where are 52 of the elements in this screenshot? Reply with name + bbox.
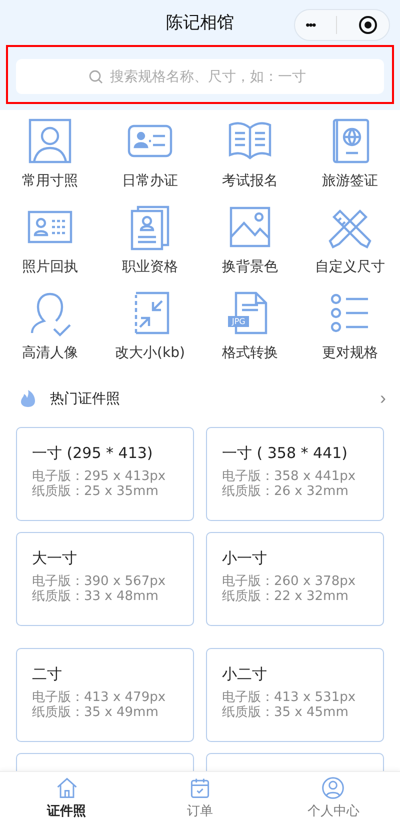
category-item[interactable]: 改大小(kb) — [100, 288, 200, 364]
spec-digital-size: 电子版：260 x 378px — [222, 574, 356, 589]
spec-name: 小二寸 — [222, 665, 267, 684]
spec-digital-size: 电子版：358 x 441px — [222, 469, 356, 484]
category-item[interactable]: 高清人像 — [0, 288, 100, 364]
more-link[interactable]: › — [380, 388, 386, 409]
spec-name: 大一寸 — [32, 549, 77, 568]
category-item[interactable]: JPG 格式转换 — [200, 288, 300, 364]
category-item[interactable]: 自定义尺寸 — [300, 202, 400, 278]
spec-card[interactable]: 二寸 电子版：413 x 479px 纸质版：35 x 49mm — [16, 648, 194, 742]
home-icon — [54, 776, 79, 800]
search-input[interactable]: 搜索规格名称、尺寸，如：一寸 — [108, 68, 312, 86]
spec-card[interactable]: 一寸 (295 * 413) 电子版：295 x 413px 纸质版：25 x 35mm — [16, 427, 194, 521]
spec-digital-size: 电子版：413 x 531px — [222, 690, 356, 705]
search-icon — [88, 68, 104, 84]
tab-item[interactable]: 证件照 — [0, 772, 134, 824]
category-item[interactable]: 更对规格 — [300, 288, 400, 364]
user-icon — [321, 776, 346, 800]
more-button[interactable]: ••• — [306, 18, 316, 32]
spec-card[interactable]: 小二寸 电子版：413 x 531px 纸质版：35 x 45mm — [206, 648, 384, 742]
app-title: 陈记相馆 — [166, 12, 234, 34]
spec-card[interactable]: 一寸 ( 358 * 441) 电子版：358 x 441px 纸质版：26 x 32mm — [206, 427, 384, 521]
search-field[interactable]: 搜索规格名称、尺寸，如：一寸 — [16, 59, 384, 94]
category-item[interactable]: 常用寸照 — [0, 116, 100, 192]
spec-print-size: 纸质版：33 x 48mm — [32, 589, 158, 604]
category-item[interactable]: 换背景色 — [200, 202, 300, 278]
category-item[interactable]: 照片回执 — [0, 202, 100, 278]
spec-name: 二寸 — [32, 665, 62, 684]
close-target-icon[interactable] — [358, 15, 378, 35]
spec-name: 一寸 (295 * 413) — [32, 444, 153, 463]
section-title: 热门证件照 — [50, 390, 121, 408]
tab-item[interactable]: 个人中心 — [266, 772, 400, 824]
spec-print-size: 纸质版：22 x 32mm — [222, 589, 348, 604]
spec-digital-size: 电子版：295 x 413px — [32, 469, 166, 484]
spec-print-size: 纸质版：35 x 49mm — [32, 705, 158, 720]
format-badge: JPG — [228, 316, 250, 327]
spec-print-size: 纸质版：35 x 45mm — [222, 705, 348, 720]
spec-print-size: 纸质版：25 x 35mm — [32, 484, 158, 499]
category-item[interactable]: 日常办证 — [100, 116, 200, 192]
spec-digital-size: 电子版：390 x 567px — [32, 574, 166, 589]
spec-name: 小一寸 — [222, 549, 267, 568]
category-item[interactable]: 职业资格 — [100, 202, 200, 278]
flame-icon — [18, 388, 38, 408]
spec-name: 一寸 ( 358 * 441) — [222, 444, 348, 463]
category-item[interactable]: 旅游签证 — [300, 116, 400, 192]
spec-card[interactable]: 大一寸 电子版：390 x 567px 纸质版：33 x 48mm — [16, 532, 194, 626]
spec-card[interactable]: 小一寸 电子版：260 x 378px 纸质版：22 x 32mm — [206, 532, 384, 626]
spec-digital-size: 电子版：413 x 479px — [32, 690, 166, 705]
category-item[interactable]: 考试报名 — [200, 116, 300, 192]
spec-print-size: 纸质版：26 x 32mm — [222, 484, 348, 499]
portrait-frame-icon — [26, 116, 74, 166]
tab-item[interactable]: 订单 — [133, 772, 267, 824]
